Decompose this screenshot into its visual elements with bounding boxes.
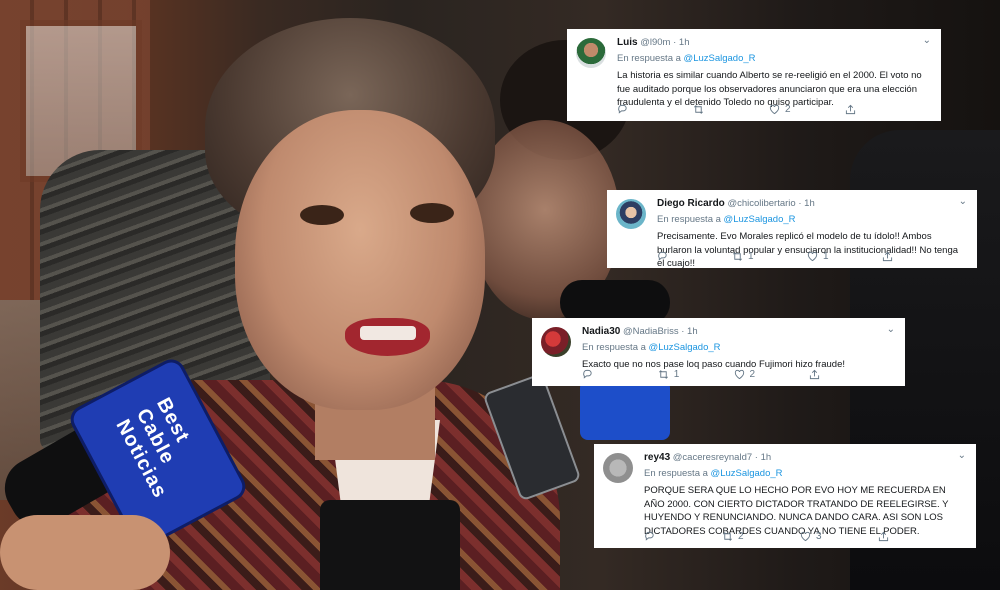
reply-icon <box>645 532 654 541</box>
retweet-icon <box>658 370 668 380</box>
separator-dot: · <box>681 326 685 337</box>
tweet-timestamp[interactable]: 1h <box>679 37 690 48</box>
reply-button[interactable] <box>617 104 693 117</box>
reply-context: En respuesta a @LuzSalgado_R <box>644 468 966 481</box>
retweet-icon <box>694 105 703 115</box>
reply-prefix: En respuesta a <box>644 467 708 479</box>
tweet-author-handle[interactable]: @l90m <box>640 37 670 48</box>
tweet-timestamp[interactable]: 1h <box>687 326 698 337</box>
tweet-header: Nadia30 @NadiaBriss · 1h <box>582 326 895 339</box>
share-button[interactable] <box>845 104 921 117</box>
tweet-author-name[interactable]: rey43 <box>644 452 670 463</box>
share-icon <box>882 251 893 262</box>
tweet-card[interactable]: rey43 @caceresreynald7 · 1h ⌄ En respues… <box>594 444 976 548</box>
like-button[interactable]: 2 <box>769 104 845 117</box>
tweet-timestamp[interactable]: 1h <box>804 198 815 209</box>
heart-icon <box>800 532 811 542</box>
like-count: 2 <box>785 103 791 115</box>
separator-dot: · <box>754 452 758 463</box>
tweet-author-name[interactable]: Diego Ricardo <box>657 198 725 209</box>
tweet-card[interactable]: Nadia30 @NadiaBriss · 1h ⌄ En respuesta … <box>532 318 905 386</box>
reply-mention-link[interactable]: @LuzSalgado_R <box>724 214 796 225</box>
retweet-count: 1 <box>673 368 680 380</box>
like-button[interactable]: 3 <box>800 531 878 544</box>
reply-context: En respuesta a @LuzSalgado_R <box>617 53 931 66</box>
like-count: 2 <box>749 368 756 380</box>
retweet-button[interactable]: 2 <box>722 531 800 544</box>
reply-mention-link[interactable]: @LuzSalgado_R <box>711 468 783 479</box>
photo-speaker-eye-right <box>410 203 454 223</box>
separator-dot: · <box>798 198 802 209</box>
share-icon <box>878 531 889 542</box>
like-count: 3 <box>816 530 822 542</box>
retweet-icon <box>723 532 732 542</box>
like-button[interactable]: 1 <box>807 251 882 264</box>
tweet-actions: 1 2 <box>582 369 885 382</box>
mic-brand-logo: Best Cable Noticias <box>111 394 194 502</box>
reply-button[interactable] <box>644 531 722 544</box>
reply-context: En respuesta a @LuzSalgado_R <box>657 214 967 227</box>
tweet-author-handle[interactable]: @NadiaBriss <box>623 326 679 337</box>
photo-recorder <box>320 500 460 590</box>
share-button[interactable] <box>809 369 885 382</box>
reply-context: En respuesta a @LuzSalgado_R <box>582 342 895 355</box>
tweet-header: rey43 @caceresreynald7 · 1h <box>644 452 966 465</box>
tweet-header: Diego Ricardo @chicolibertario · 1h <box>657 198 967 211</box>
retweet-button[interactable]: 1 <box>732 251 807 264</box>
heart-icon <box>734 370 744 380</box>
tweet-actions: 1 1 <box>657 251 957 264</box>
tweet-author-name[interactable]: Luis <box>617 37 638 48</box>
photo-speaker-eye-left <box>300 205 344 225</box>
like-button[interactable]: 2 <box>734 369 810 382</box>
photo-hand <box>0 515 170 590</box>
share-icon <box>845 104 856 115</box>
reply-button[interactable] <box>657 251 732 264</box>
reply-mention-link[interactable]: @LuzSalgado_R <box>649 342 721 353</box>
retweet-count: 1 <box>748 250 754 262</box>
tweet-card[interactable]: Diego Ricardo @chicolibertario · 1h ⌄ En… <box>607 190 977 269</box>
chevron-down-icon[interactable]: ⌄ <box>923 35 931 48</box>
tweet-author-name[interactable]: Nadia30 <box>582 326 620 337</box>
tweet-header: Luis @l90m · 1h <box>617 37 931 50</box>
reply-mention-link[interactable]: @LuzSalgado_R <box>684 53 756 64</box>
retweet-icon <box>733 252 742 262</box>
retweet-button[interactable]: 1 <box>658 369 734 382</box>
chevron-down-icon[interactable]: ⌄ <box>959 196 967 209</box>
reply-prefix: En respuesta a <box>617 52 681 64</box>
tweet-timestamp[interactable]: 1h <box>761 452 772 463</box>
avatar[interactable] <box>616 199 646 229</box>
reply-icon <box>583 370 592 379</box>
reply-icon <box>618 105 627 114</box>
heart-icon <box>769 105 780 115</box>
avatar[interactable] <box>541 327 571 357</box>
avatar[interactable] <box>603 453 633 483</box>
tweet-actions: 2 3 <box>644 531 956 544</box>
tweet-card[interactable]: Luis @l90m · 1h ⌄ En respuesta a @LuzSal… <box>567 29 941 121</box>
like-count: 1 <box>823 250 829 262</box>
photo-microphone <box>580 380 670 440</box>
photo-speaker-teeth <box>360 326 416 340</box>
reply-icon <box>658 252 667 261</box>
reply-prefix: En respuesta a <box>582 341 646 353</box>
retweet-button[interactable] <box>693 104 769 117</box>
share-button[interactable] <box>882 251 957 264</box>
reply-prefix: En respuesta a <box>657 213 721 225</box>
tweet-actions: 2 <box>617 104 921 117</box>
avatar[interactable] <box>576 38 606 68</box>
share-button[interactable] <box>878 531 956 544</box>
heart-icon <box>807 252 818 262</box>
share-icon <box>810 369 820 380</box>
chevron-down-icon[interactable]: ⌄ <box>887 324 895 337</box>
chevron-down-icon[interactable]: ⌄ <box>958 450 966 463</box>
separator-dot: · <box>673 37 677 48</box>
tweet-author-handle[interactable]: @chicolibertario <box>727 198 795 209</box>
reply-button[interactable] <box>582 369 658 382</box>
retweet-count: 2 <box>738 530 744 542</box>
photo-speaker-face <box>235 110 485 410</box>
tweet-author-handle[interactable]: @caceresreynald7 <box>673 452 752 463</box>
